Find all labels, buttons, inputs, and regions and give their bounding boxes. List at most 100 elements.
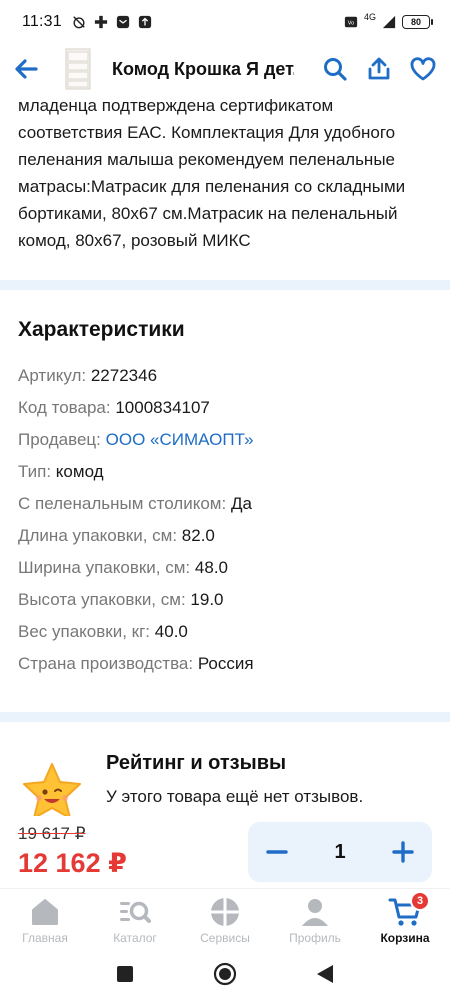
heart-icon [410, 57, 436, 81]
page-title: Комод Крошка Я дет... [112, 58, 294, 79]
catalog-search-icon [118, 895, 152, 929]
home-system-button[interactable] [210, 959, 240, 989]
char-row-changing-table: С пеленальным столиком: Да [18, 488, 432, 520]
description-line: соответствия ЕАС. Комплектация Для удобн… [18, 123, 396, 142]
char-value: комод [55, 462, 104, 481]
char-value: 1000834107 [115, 398, 210, 417]
back-arrow-icon [15, 59, 38, 79]
char-row-weight: Вес упаковки, кг: 40.0 [18, 616, 432, 648]
network-type: 4G [363, 12, 376, 22]
product-thumbnail [58, 47, 98, 91]
nav-label: Корзина [380, 931, 430, 945]
alarm-off-icon [73, 16, 85, 29]
char-label: Артикул: [18, 366, 87, 385]
decrease-quantity-button[interactable] [262, 837, 292, 867]
char-label: С пеленальным столиком: [18, 494, 227, 513]
nav-label: Главная [22, 931, 68, 945]
char-label: Продавец: [18, 430, 101, 449]
char-row-seller: Продавец: ООО «СИМАОПТ» [18, 424, 432, 456]
header-actions [320, 54, 450, 84]
product-description: младенца подтверждена сертификатом соотв… [0, 94, 450, 254]
char-label: Страна производства: [18, 654, 194, 673]
status-notification-icons [72, 15, 152, 29]
quantity-value: 1 [334, 840, 346, 863]
recents-icon [117, 966, 133, 982]
quantity-stepper: 1 [248, 822, 432, 882]
description-line: младенца подтверждена сертификатом [18, 96, 334, 115]
char-value: 48.0 [194, 558, 228, 577]
char-row-height: Высота упаковки, см: 19.0 [18, 584, 432, 616]
product-header: Комод Крошка Я дет... [0, 44, 450, 94]
char-row-length: Длина упаковки, см: 82.0 [18, 520, 432, 552]
increase-quantity-button[interactable] [388, 837, 418, 867]
star-mascot-icon [23, 763, 81, 816]
char-row-country: Страна производства: Россия [18, 648, 432, 680]
upload-app-icon [138, 15, 151, 29]
rating-title: Рейтинг и отзывы [106, 752, 287, 774]
char-label: Длина упаковки, см: [18, 526, 178, 545]
minus-icon [266, 850, 288, 854]
purchase-bar: 19 617 ₽ 12 162 ₽ 1 [0, 816, 450, 888]
characteristics-title: Характеристики [18, 318, 185, 341]
battery-icon: 80 [402, 15, 433, 29]
recents-button[interactable] [110, 959, 140, 989]
home-circle-icon [213, 962, 237, 986]
mail-app-icon [116, 15, 129, 29]
nav-item-cart[interactable]: 3 Корзина [360, 889, 450, 948]
char-label: Высота упаковки, см: [18, 590, 186, 609]
old-price: 19 617 ₽ [18, 824, 86, 843]
product-content[interactable]: младенца подтверждена сертификатом соотв… [0, 94, 450, 816]
cart-badge: 3 [410, 891, 430, 911]
back-button[interactable] [0, 44, 52, 94]
nav-item-services[interactable]: Сервисы [180, 889, 270, 948]
description-line: комод, 80х67, розовый МИКС [18, 231, 251, 250]
profile-icon [298, 895, 332, 929]
plus-icon [392, 841, 414, 863]
section-divider [0, 712, 450, 722]
status-right: Vo 4G 80 [344, 12, 433, 29]
rating-section: Рейтинг и отзывы У этого товара ещё нет … [0, 722, 450, 816]
char-value: 82.0 [181, 526, 215, 545]
signal-icon [382, 15, 396, 29]
share-icon [368, 57, 390, 80]
system-navigation [0, 948, 450, 1000]
char-row-code: Код товара: 1000834107 [18, 392, 432, 424]
search-button[interactable] [320, 54, 350, 84]
rating-text: Рейтинг и отзывы У этого товара ещё нет … [106, 752, 363, 807]
char-row-width: Ширина упаковки, см: 48.0 [18, 552, 432, 584]
char-label: Ширина упаковки, см: [18, 558, 191, 577]
rating-subtitle: У этого товара ещё нет отзывов. [106, 787, 364, 806]
seller-link[interactable]: ООО «СИМАОПТ» [106, 430, 254, 449]
nav-item-profile[interactable]: Профиль [270, 889, 360, 948]
char-label: Вес упаковки, кг: [18, 622, 151, 641]
favorite-button[interactable] [408, 54, 438, 84]
status-bar: 11:31 Vo 4G 80 [0, 0, 450, 44]
share-button[interactable] [364, 54, 394, 84]
char-row-type: Тип: комод [18, 456, 432, 488]
nav-item-home[interactable]: Главная [0, 889, 90, 948]
services-icon [208, 895, 242, 929]
char-value: 2272346 [90, 366, 158, 385]
back-triangle-icon [317, 965, 333, 983]
nav-label: Сервисы [200, 931, 250, 945]
char-label: Тип: [18, 462, 52, 481]
description-line: бортиками, 80х67 см.Матрасик на пеленаль… [18, 204, 398, 223]
volte-icon: Vo [344, 16, 358, 28]
description-line: пеленания малыша рекомендуем пеленальные [18, 150, 395, 169]
dresser-image [65, 48, 91, 90]
characteristics-section: Характеристики Артикул: 2272346 Код това… [0, 290, 450, 696]
back-system-button[interactable] [310, 959, 340, 989]
char-row-article: Артикул: 2272346 [18, 360, 432, 392]
current-price: 12 162 ₽ [18, 848, 127, 878]
char-label: Код товара: [18, 398, 111, 417]
nav-item-catalog[interactable]: Каталог [90, 889, 180, 948]
nav-label: Профиль [289, 931, 341, 945]
char-value: Россия [197, 654, 254, 673]
char-value: Да [230, 494, 252, 513]
battery-level: 80 [410, 17, 421, 27]
char-value: 19.0 [190, 590, 224, 609]
section-divider [0, 280, 450, 290]
status-time: 11:31 [22, 13, 62, 30]
health-cross-icon [94, 15, 107, 29]
home-icon [28, 895, 62, 929]
